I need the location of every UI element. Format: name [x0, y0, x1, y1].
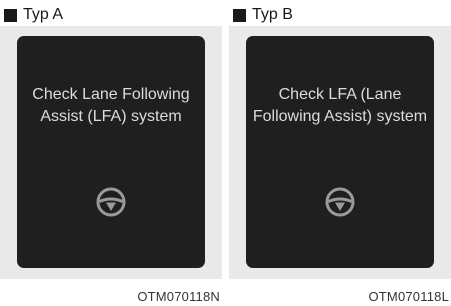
warning-message: Check Lane Following Assist (LFA) system	[32, 86, 190, 125]
square-bullet-icon	[233, 8, 246, 22]
cluster-display: Check LFA (Lane Following Assist) system	[246, 36, 434, 268]
type-label-text: Typ A	[23, 6, 64, 23]
figure-code: OTM070118L	[368, 289, 449, 304]
cluster-display: Check Lane Following Assist (LFA) system	[17, 36, 205, 268]
warning-message: Check LFA (Lane Following Assist) system	[252, 86, 428, 125]
steering-wheel-icon	[325, 187, 355, 217]
type-label-text: Typ B	[252, 6, 293, 23]
panel-type-a: Typ A Check Lane Following Assist (LFA) …	[0, 0, 222, 306]
type-label: Typ B	[233, 6, 293, 24]
display-frame: Check LFA (Lane Following Assist) system	[229, 26, 451, 279]
type-label: Typ A	[4, 6, 63, 24]
panel-type-b: Typ B Check LFA (Lane Following Assist) …	[229, 0, 451, 306]
square-bullet-icon	[4, 8, 17, 22]
figure-code: OTM070118N	[137, 289, 220, 304]
steering-wheel-icon	[96, 187, 126, 217]
display-frame: Check Lane Following Assist (LFA) system	[0, 26, 222, 279]
